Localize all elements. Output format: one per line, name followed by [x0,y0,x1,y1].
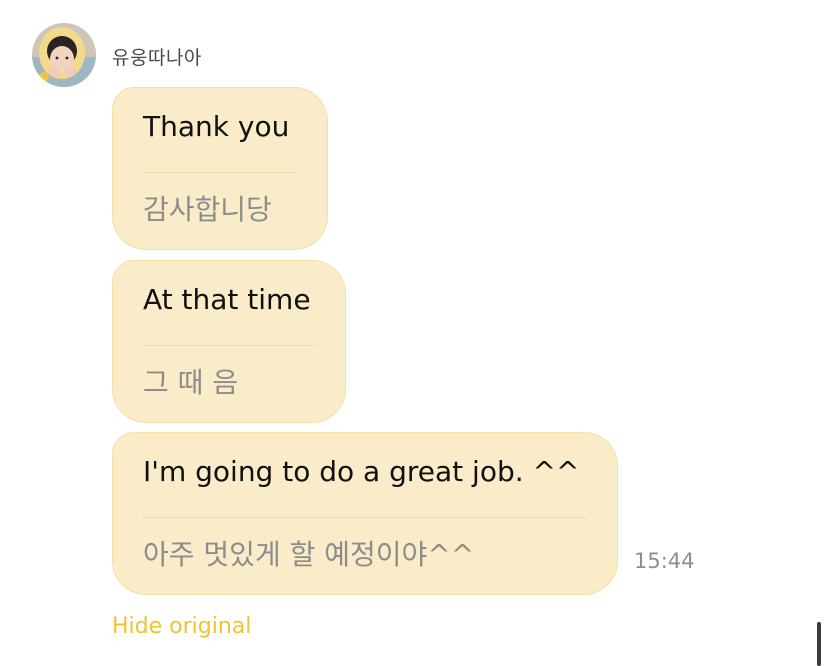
sender-name: 유웅따나아 [112,47,202,69]
avatar-photo-icon [32,23,96,87]
message-original-text: 아주 멋있게 할 예정이야^^ [143,538,475,571]
message-divider [143,345,315,346]
message-divider [143,172,297,173]
message-divider [143,517,587,518]
message-timestamp: 15:44 [634,549,695,573]
message-bubble[interactable]: At that time 그 때 음 [112,260,346,423]
message-translated-text: Thank you [143,110,290,143]
message-translated-text: At that time [143,283,311,316]
message-bubble[interactable]: Thank you 감사합니당 [112,87,328,250]
chat-screen: 유웅따나아 Thank you 감사합니당 At that time 그 때 음… [0,0,827,666]
message-translated-text: I'm going to do a great job. ^^ [143,455,580,488]
message-original-text: 감사합니당 [143,193,272,226]
message-bubble[interactable]: I'm going to do a great job. ^^ 아주 멋있게 할… [112,432,618,595]
sender-avatar[interactable] [32,23,96,87]
message-original-text: 그 때 음 [143,366,239,399]
scrollbar[interactable] [817,622,821,666]
hide-original-button[interactable]: Hide original [112,614,251,639]
